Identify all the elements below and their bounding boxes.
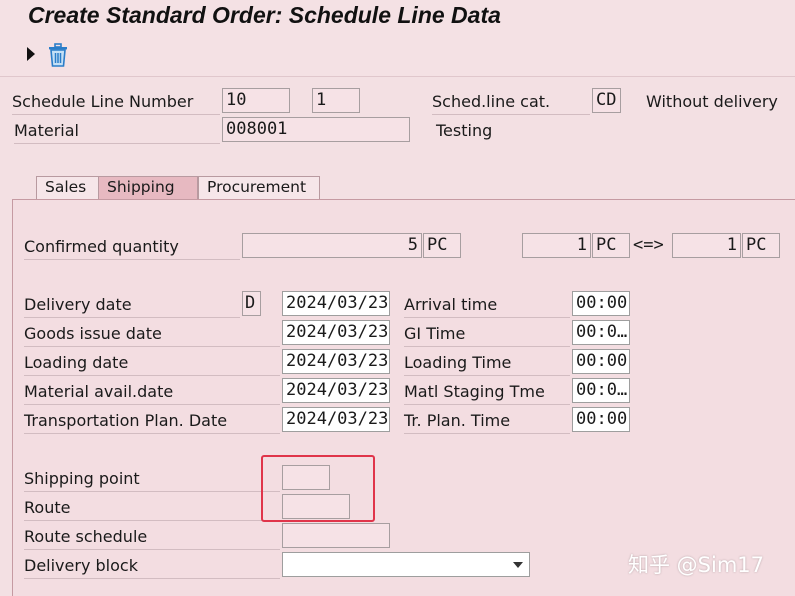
trash-icon[interactable] xyxy=(46,42,70,68)
material-field[interactable]: 008001 xyxy=(222,117,410,142)
gi-time-field[interactable]: 00:0… xyxy=(572,320,630,345)
tab-sales[interactable]: Sales xyxy=(36,176,100,199)
loading-date-field[interactable]: 2024/03/23 xyxy=(282,349,390,374)
transportation-plan-date-field[interactable]: 2024/03/23 xyxy=(282,407,390,432)
confirmed-quantity-field[interactable]: 5 xyxy=(242,233,422,258)
tab-shipping[interactable]: Shipping xyxy=(98,176,198,199)
chevron-down-icon[interactable] xyxy=(513,562,523,568)
sched-line-cat-field[interactable]: CD xyxy=(592,88,621,113)
matl-staging-time-field[interactable]: 00:0… xyxy=(572,378,630,403)
schedule-line-number-field[interactable]: 10 xyxy=(222,88,290,113)
confirmed-unit-field[interactable]: PC xyxy=(423,233,461,258)
schedule-line-number-label: Schedule Line Number xyxy=(12,92,220,115)
conversion-unit-field[interactable]: PC xyxy=(592,233,630,258)
transportation-plan-date-label: Transportation Plan. Date xyxy=(24,411,280,434)
matl-staging-time-label: Matl Staging Tme xyxy=(404,382,570,405)
highlight-box xyxy=(261,455,375,522)
base-unit-field[interactable]: PC xyxy=(742,233,780,258)
delivery-block-label: Delivery block xyxy=(24,556,280,579)
sched-line-cat-label: Sched.line cat. xyxy=(432,92,590,115)
route-schedule-field[interactable] xyxy=(282,523,390,548)
tab-procurement[interactable]: Procurement xyxy=(198,176,320,199)
goods-issue-date-field[interactable]: 2024/03/23 xyxy=(282,320,390,345)
goods-issue-date-label: Goods issue date xyxy=(24,324,280,347)
toolbar xyxy=(0,34,795,77)
delivery-date-format-field[interactable]: D xyxy=(242,291,261,316)
conversion-symbol: <=> xyxy=(633,235,664,255)
tab-strip: Sales Shipping Procurement xyxy=(12,176,795,201)
delivery-date-label: Delivery date xyxy=(24,295,240,318)
title-bar: Create Standard Order: Schedule Line Dat… xyxy=(0,0,795,34)
confirmed-quantity-label: Confirmed quantity xyxy=(24,237,240,260)
schedule-line-sub-field[interactable]: 1 xyxy=(312,88,360,113)
loading-date-label: Loading date xyxy=(24,353,280,376)
material-avail-date-label: Material avail.date xyxy=(24,382,280,405)
page-title: Create Standard Order: Schedule Line Dat… xyxy=(28,2,501,28)
sched-line-cat-desc: Without delivery xyxy=(646,92,778,111)
gi-time-label: GI Time xyxy=(404,324,570,347)
base-qty-field[interactable]: 1 xyxy=(672,233,741,258)
watermark: 知乎 @Sim17 xyxy=(628,553,765,577)
conversion-qty-field[interactable]: 1 xyxy=(522,233,591,258)
delivery-date-field[interactable]: 2024/03/23 xyxy=(282,291,390,316)
arrival-time-label: Arrival time xyxy=(404,295,570,318)
delivery-block-dropdown[interactable] xyxy=(282,552,530,577)
route-schedule-label: Route schedule xyxy=(24,527,280,550)
loading-time-label: Loading Time xyxy=(404,353,570,376)
loading-time-field[interactable]: 00:00 xyxy=(572,349,630,374)
route-label: Route xyxy=(24,498,280,521)
material-desc: Testing xyxy=(436,121,493,140)
material-label: Material xyxy=(14,121,220,144)
tr-plan-time-label: Tr. Plan. Time xyxy=(404,411,570,434)
tr-plan-time-field[interactable]: 00:00 xyxy=(572,407,630,432)
shipping-point-label: Shipping point xyxy=(24,469,280,492)
arrival-time-field[interactable]: 00:00 xyxy=(572,291,630,316)
material-avail-date-field[interactable]: 2024/03/23 xyxy=(282,378,390,403)
execute-arrow-icon[interactable] xyxy=(27,47,35,61)
